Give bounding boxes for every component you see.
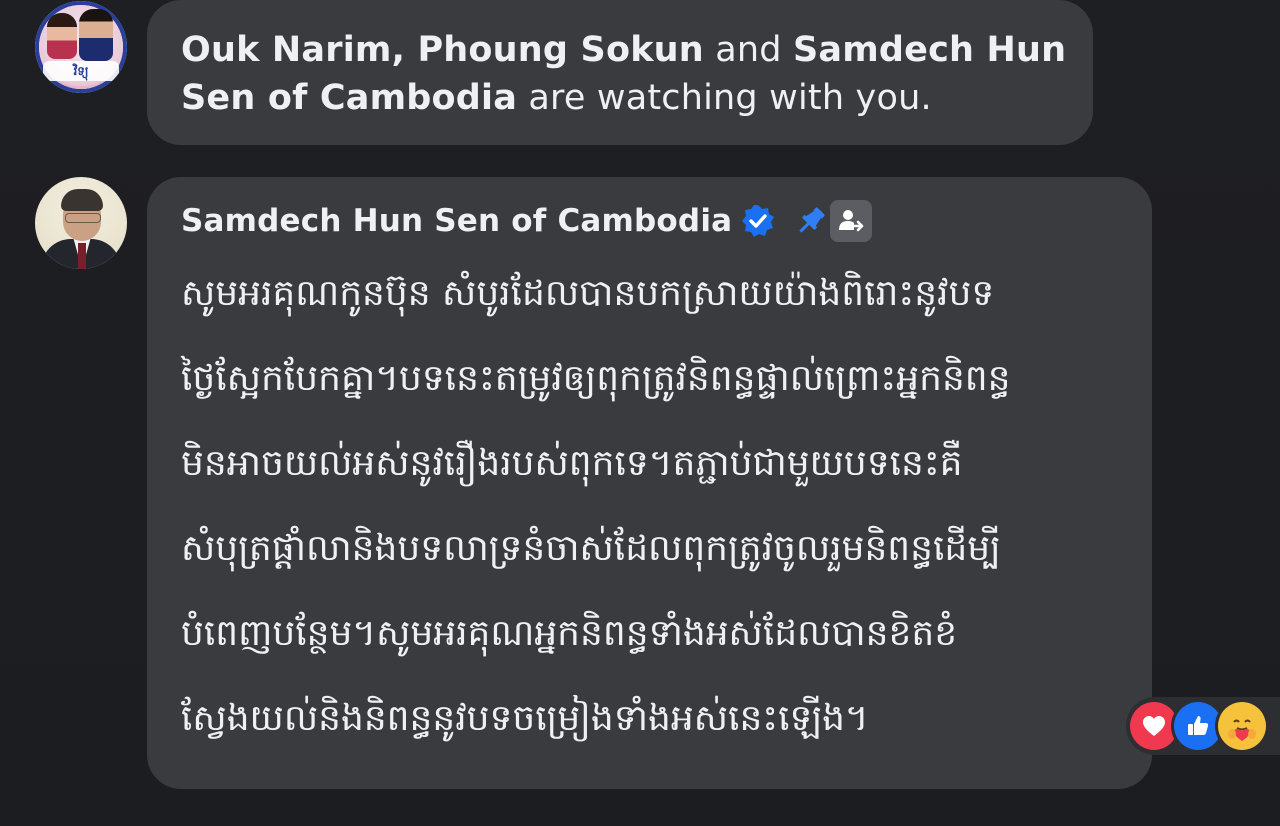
verified-badge-icon xyxy=(740,203,776,239)
avatar-person-right xyxy=(79,9,113,61)
comment-bubble: Samdech Hun Sen of Cambodia សូមអរគុណកូនប… xyxy=(147,177,1152,789)
like-reaction-icon xyxy=(1174,702,1222,750)
love-reaction-icon xyxy=(1130,702,1178,750)
watching-names-1[interactable]: Ouk Narim, Phoung Sokun xyxy=(181,30,704,70)
pin-icon xyxy=(794,204,828,238)
comment-line: សូមអរគុណកូនប៊ុន សំបូរដែលបានបកស្រាយយ៉ាងពិ… xyxy=(181,273,995,314)
avatar-logo-text: វិទ្យុ xyxy=(43,61,119,81)
watching-notice-bubble: Ouk Narim, Phoung Sokun and Samdech Hun … xyxy=(147,0,1093,145)
comment-body: សូមអរគុណកូនប៊ុន សំបូរដែលបានបកស្រាយយ៉ាងពិ… xyxy=(181,251,1131,761)
live-comments-panel: វិទ្យុ Ouk Narim, Phoung Sokun and Samde… xyxy=(0,0,1280,826)
watching-suffix: are watching with you. xyxy=(517,78,932,118)
admin-badge-icon[interactable] xyxy=(830,200,873,242)
avatar-glasses xyxy=(65,213,101,223)
comment-line: មិនអាចយល់អស់នូវរឿងរបស់ពុកទេ។តភ្ជាប់ជាមួយ… xyxy=(181,443,963,484)
reaction-summary[interactable] xyxy=(1126,697,1280,755)
avatar-hair xyxy=(61,189,103,211)
care-reaction-icon xyxy=(1218,702,1266,750)
comment-line: សំបុត្រផ្ដាំលានិងបទលាទ្រនំចាស់ដែលពុកត្រូ… xyxy=(181,528,1001,569)
comment-header: Samdech Hun Sen of Cambodia xyxy=(181,197,873,245)
avatar-person-left xyxy=(47,13,77,59)
comment-line: បំពេញបន្ថែម។សូមអរគុណអ្នកនិពន្ធទាំងអស់ដែល… xyxy=(181,613,958,654)
author-avatar[interactable] xyxy=(35,177,127,269)
watching-connector: and xyxy=(703,30,794,70)
watching-notice-text: Ouk Narim, Phoung Sokun and Samdech Hun … xyxy=(181,26,1071,122)
comment-author-name[interactable]: Samdech Hun Sen of Cambodia xyxy=(181,203,732,239)
group-avatar[interactable]: វិទ្យុ xyxy=(35,1,127,93)
avatar-tie xyxy=(78,243,86,269)
comment-line: ថ្ងៃស្អែកបែកគ្នា។បទនេះតម្រូវឲ្យពុកត្រូវន… xyxy=(181,358,1011,399)
comment-line: ស្វែងយល់និងនិពន្ធនូវបទចម្រៀងទាំងអស់នេះឡើ… xyxy=(181,698,869,739)
